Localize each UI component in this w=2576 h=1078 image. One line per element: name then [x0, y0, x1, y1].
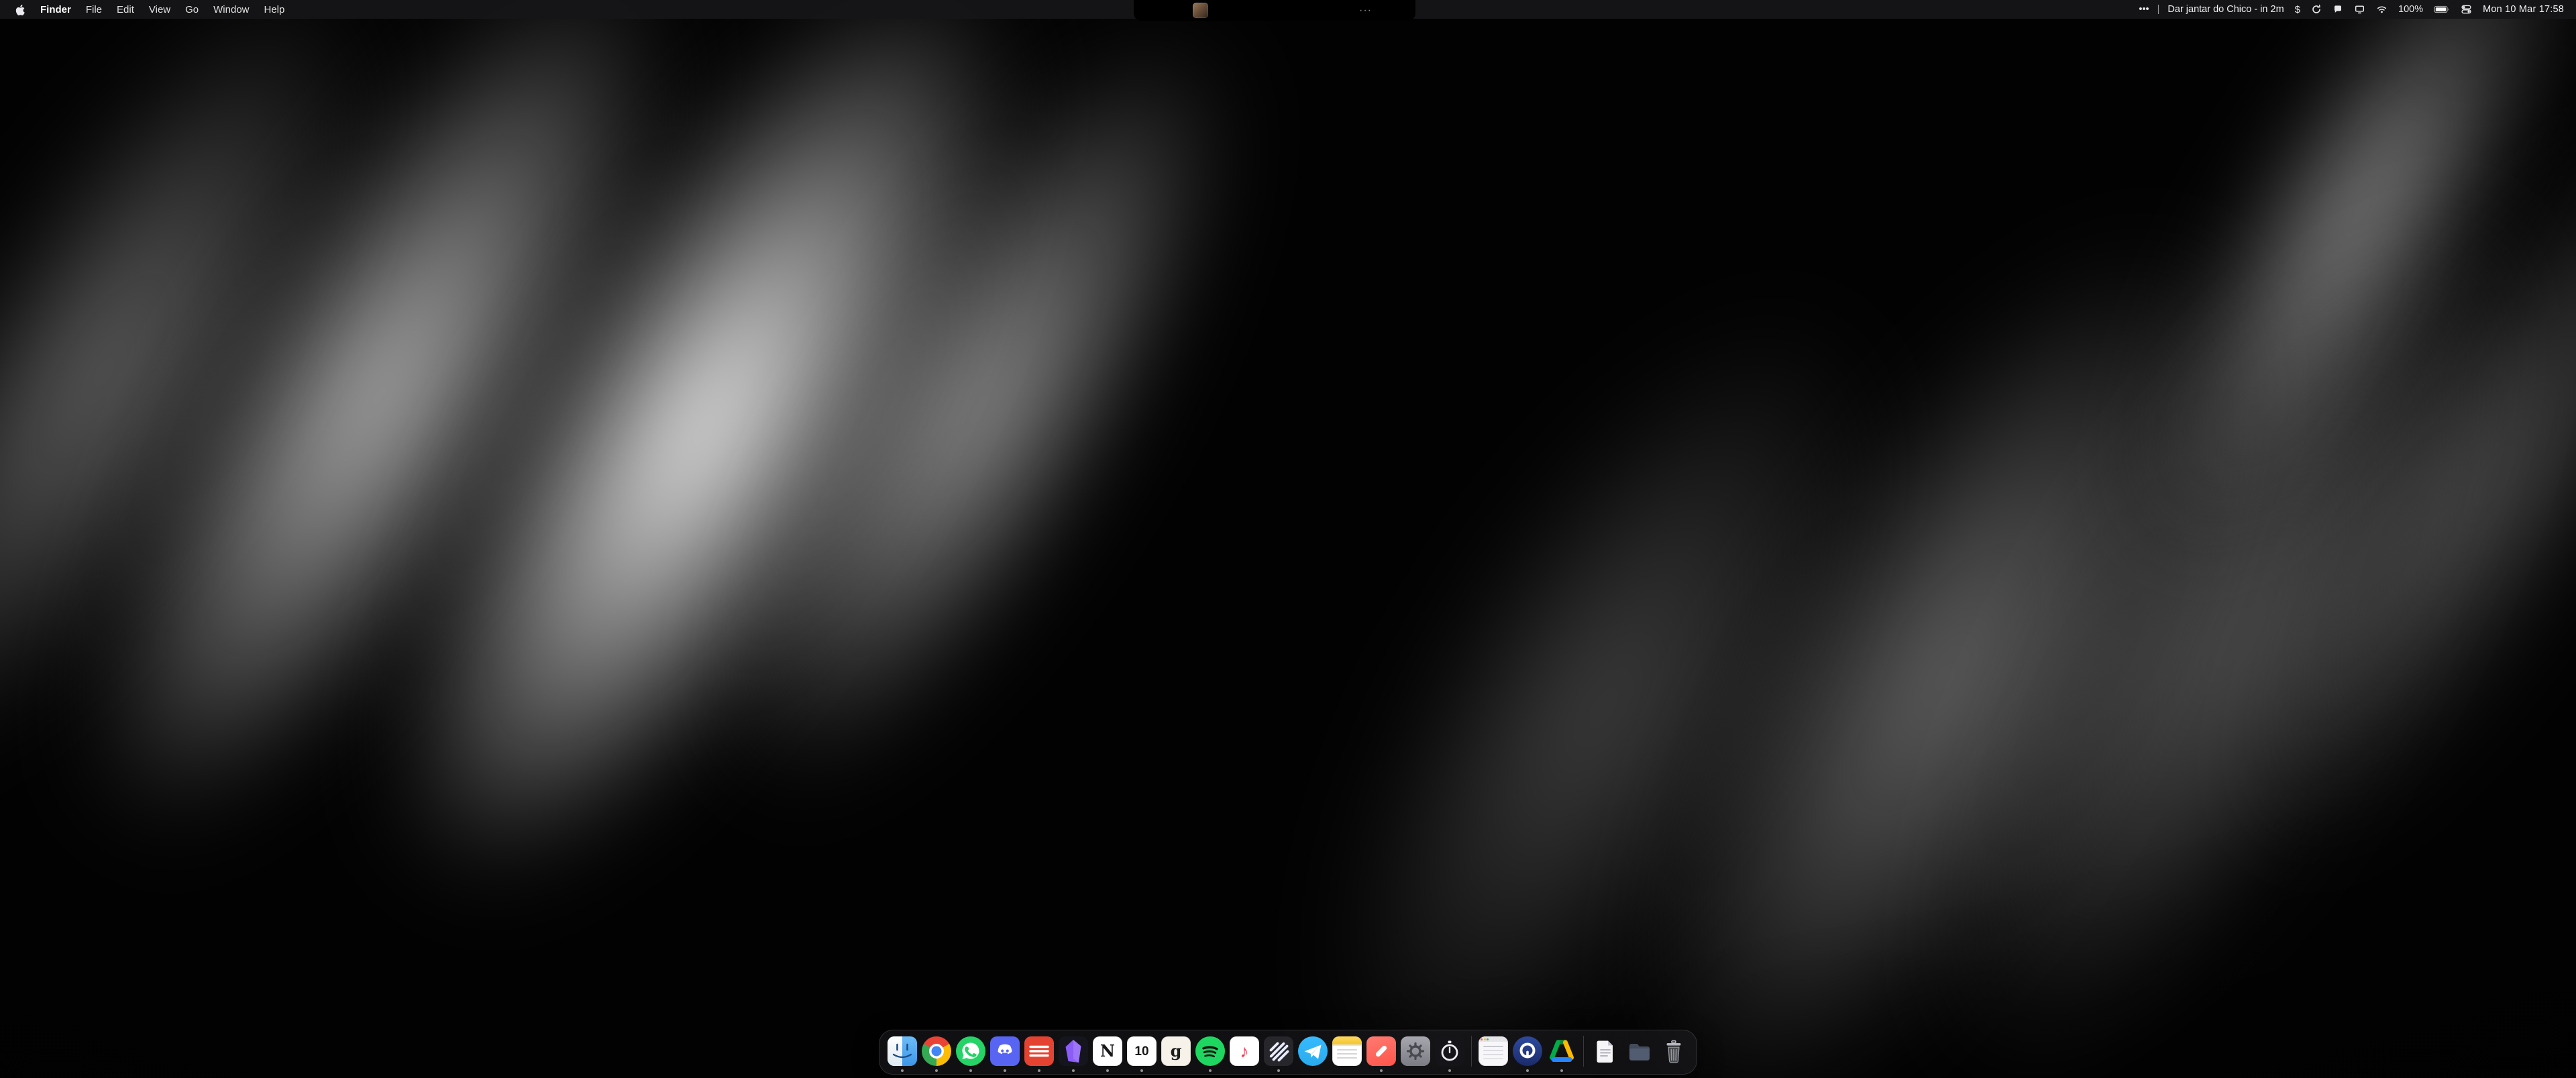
- dock-item-google-drive[interactable]: [1547, 1036, 1576, 1066]
- minimized-window-icon: [1479, 1036, 1508, 1066]
- spotify-icon: [1195, 1036, 1225, 1066]
- wifi-icon[interactable]: [2371, 0, 2393, 19]
- notion-calendar-icon: 10: [1127, 1036, 1157, 1066]
- dock-item-discord[interactable]: [990, 1036, 1020, 1066]
- notch-widget: ···: [1134, 0, 1415, 21]
- wallpaper-vignette: [0, 0, 2576, 1078]
- obsidian-icon: [1059, 1036, 1088, 1066]
- dock-item-google-chrome[interactable]: [922, 1036, 951, 1066]
- dock-item-system-settings[interactable]: [1401, 1036, 1430, 1066]
- menu-separator: |: [2155, 0, 2163, 19]
- dock-item-downloads-folder[interactable]: [1625, 1036, 1654, 1066]
- 1password-icon: [1513, 1036, 1542, 1066]
- running-indicator: [969, 1069, 972, 1072]
- notch-more-button[interactable]: ···: [1359, 0, 1372, 21]
- running-indicator: [1072, 1069, 1075, 1072]
- running-indicator: [935, 1069, 938, 1072]
- dock-item-finder[interactable]: [888, 1036, 917, 1066]
- battery-percentage: 100%: [2393, 0, 2428, 19]
- running-indicator: [1380, 1069, 1383, 1072]
- dock-item-whatsapp[interactable]: [956, 1036, 985, 1066]
- apple-logo-icon[interactable]: [7, 0, 33, 19]
- dock-item-granola[interactable]: g: [1161, 1036, 1191, 1066]
- trash-icon: [1659, 1036, 1688, 1066]
- menu-file[interactable]: File: [78, 0, 109, 19]
- running-indicator: [901, 1069, 904, 1072]
- google-drive-icon: [1547, 1036, 1576, 1066]
- dock-divider: [1471, 1036, 1472, 1067]
- discord-icon: [990, 1036, 1020, 1066]
- running-indicator: [1106, 1069, 1109, 1072]
- active-app-menu[interactable]: Finder: [33, 0, 78, 19]
- dock-item-obsidian[interactable]: [1059, 1036, 1088, 1066]
- running-indicator: [1209, 1069, 1212, 1072]
- notion-icon: N: [1093, 1036, 1122, 1066]
- apple-music-icon: ♪: [1230, 1036, 1259, 1066]
- focus-timer-icon: [1435, 1036, 1464, 1066]
- document-file-icon: [1591, 1036, 1620, 1066]
- menu-go[interactable]: Go: [178, 0, 206, 19]
- dollar-icon[interactable]: $: [2290, 0, 2306, 19]
- battery-icon[interactable]: [2428, 0, 2455, 19]
- system-settings-icon: [1401, 1036, 1430, 1066]
- running-indicator: [1560, 1069, 1563, 1072]
- menu-bar-status-area: ••• | Dar jantar do Chico - in 2m $ 100%: [2133, 0, 2569, 19]
- running-indicator: [1526, 1069, 1529, 1072]
- menu-bar-left: Finder FileEditViewGoWindowHelp: [7, 0, 292, 19]
- desktop: Finder FileEditViewGoWindowHelp ••• | Da…: [0, 0, 2576, 1078]
- dock-item-trash[interactable]: [1659, 1036, 1688, 1066]
- menu-bar-clock[interactable]: Mon 10 Mar 17:58: [2477, 0, 2569, 19]
- menu-help[interactable]: Help: [257, 0, 292, 19]
- apple-notes-icon: [1332, 1036, 1362, 1066]
- dock-divider: [1583, 1036, 1584, 1067]
- dock-item-focus-timer[interactable]: [1435, 1036, 1464, 1066]
- dock-item-spotify[interactable]: [1195, 1036, 1225, 1066]
- granola-icon: g: [1161, 1036, 1191, 1066]
- menu-view[interactable]: View: [142, 0, 178, 19]
- running-indicator: [1038, 1069, 1040, 1072]
- dock-item-1password[interactable]: [1513, 1036, 1542, 1066]
- desktop-wallpaper: [0, 0, 2576, 1078]
- sync-icon[interactable]: [2306, 0, 2327, 19]
- control-center-icon[interactable]: [2455, 0, 2477, 19]
- dock-item-telegram[interactable]: [1298, 1036, 1328, 1066]
- running-indicator: [1448, 1069, 1451, 1072]
- display-icon[interactable]: [2349, 0, 2371, 19]
- dock-item-todoist[interactable]: [1024, 1036, 1054, 1066]
- dock-item-linear[interactable]: [1264, 1036, 1293, 1066]
- calendar-event-menu-item[interactable]: Dar jantar do Chico - in 2m: [2162, 0, 2289, 19]
- menu-edit[interactable]: Edit: [109, 0, 142, 19]
- dock: N10g ♪: [879, 1030, 1697, 1075]
- linear-icon: [1264, 1036, 1293, 1066]
- album-art-thumbnail[interactable]: [1193, 3, 1208, 18]
- google-chrome-icon: [922, 1036, 951, 1066]
- dock-item-notion-calendar[interactable]: 10: [1127, 1036, 1157, 1066]
- dock-item-raycast[interactable]: [1366, 1036, 1396, 1066]
- dock-item-document-file[interactable]: [1591, 1036, 1620, 1066]
- dock-item-apple-notes[interactable]: [1332, 1036, 1362, 1066]
- downloads-folder-icon: [1625, 1036, 1654, 1066]
- running-indicator: [1004, 1069, 1006, 1072]
- dock-item-minimized-window[interactable]: [1479, 1036, 1508, 1066]
- running-indicator: [1140, 1069, 1143, 1072]
- todoist-icon: [1024, 1036, 1054, 1066]
- running-indicator: [1277, 1069, 1280, 1072]
- menu-overflow[interactable]: •••: [2133, 0, 2154, 19]
- menu-window[interactable]: Window: [206, 0, 256, 19]
- raycast-icon: [1366, 1036, 1396, 1066]
- dock-item-notion[interactable]: N: [1093, 1036, 1122, 1066]
- dock-item-apple-music[interactable]: ♪: [1230, 1036, 1259, 1066]
- finder-icon: [888, 1036, 917, 1066]
- chat-bubble-icon[interactable]: [2327, 0, 2349, 19]
- telegram-icon: [1298, 1036, 1328, 1066]
- whatsapp-icon: [956, 1036, 985, 1066]
